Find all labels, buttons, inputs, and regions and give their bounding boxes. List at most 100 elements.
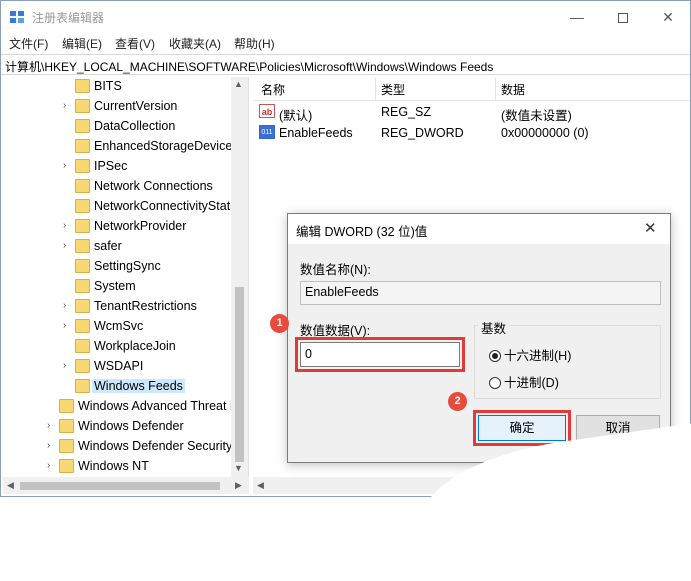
address-bar[interactable]: 计算机\HKEY_LOCAL_MACHINE\SOFTWARE\Policies… [1,54,690,75]
dialog-title-bar: 编辑 DWORD (32 位)值 ✕ [288,214,670,244]
folder-icon [75,279,90,293]
tree-item-label: Network Connections [94,179,213,193]
folder-icon [75,379,90,393]
value-data: (数值未设置) [501,109,572,123]
value-name-field[interactable]: EnableFeeds [300,281,661,305]
maximize-icon [618,13,628,24]
chevron-right-icon[interactable]: › [47,420,57,431]
tree-item-label: Windows Feeds [92,379,185,393]
folder-icon [75,139,90,153]
radio-dec[interactable]: 十进制(D) [489,372,559,391]
tree-item-label: System [94,279,136,293]
tree-item-label: Windows Defender [78,419,184,433]
value-data-input[interactable]: 0 [300,342,460,367]
folder-icon [75,159,90,173]
scroll-up-icon[interactable]: ▲ [234,79,243,89]
menu-view[interactable]: 查看(V) [115,35,155,52]
chevron-right-icon[interactable]: › [63,100,73,111]
scrollbar-thumb[interactable] [235,287,244,462]
folder-icon [75,359,90,373]
registry-editor-window: 注册表编辑器 — ✕ 文件(F) 编辑(E) 查看(V) 收藏夹(A) 帮助(H… [0,0,691,581]
value-row[interactable]: 011 EnableFeeds REG_DWORD 0x00000000 (0) [253,123,690,143]
folder-icon [75,339,90,353]
tree-item-label: SettingSync [94,259,161,273]
tree-item-label: NetworkConnectivityStatusIndicator [94,199,248,213]
close-button[interactable]: ✕ [645,1,691,33]
radio-hex-label: 十六进制(H) [504,349,572,363]
tree-item-label: CurrentVersion [94,99,178,113]
radio-selected-icon[interactable] [489,350,501,362]
value-name-label: 数值名称(N): [300,263,371,277]
folder-icon [59,419,74,433]
tree-item-label: safer [94,239,122,253]
scroll-left-icon[interactable]: ◀ [257,480,264,491]
registry-app-icon [10,11,24,23]
minimize-button[interactable]: — [554,1,600,33]
tree-item-label: Windows Advanced Threat Protection [78,399,248,413]
value-data: 0x00000000 (0) [501,126,589,140]
menu-favorites[interactable]: 收藏夹(A) [169,35,221,52]
window-title: 注册表编辑器 [32,11,105,25]
chevron-right-icon[interactable]: › [63,160,73,171]
value-row[interactable]: ab (默认) REG_SZ (数值未设置) [253,102,690,123]
chevron-right-icon[interactable]: › [63,220,73,231]
menu-file[interactable]: 文件(F) [9,35,48,52]
radio-unselected-icon[interactable] [489,377,501,389]
folder-icon [75,299,90,313]
chevron-right-icon[interactable]: › [63,300,73,311]
scroll-right-icon[interactable]: ▶ [235,480,242,491]
folder-icon [75,259,90,273]
base-label: 基数 [478,318,510,337]
binary-value-icon: 011 [259,125,275,139]
tree-item-label: TenantRestrictions [94,299,197,313]
folder-icon [75,119,90,133]
value-name: EnableFeeds [279,126,353,140]
dialog-title: 编辑 DWORD (32 位)值 [296,225,428,239]
folder-icon [75,79,90,93]
column-divider[interactable] [375,77,376,101]
chevron-right-icon[interactable]: › [63,240,73,251]
string-value-icon: ab [259,104,275,118]
maximize-button[interactable] [600,1,646,33]
dialog-close-icon[interactable]: ✕ [644,219,657,237]
folder-icon [75,199,90,213]
radio-hex[interactable]: 十六进制(H) [489,345,571,364]
tree-horizontal-scrollbar[interactable]: ◀ ▶ [3,477,249,494]
column-data-header[interactable]: 数据 [501,81,525,98]
tree-item-label: Windows NT [78,459,149,473]
menu-help[interactable]: 帮助(H) [234,35,275,52]
column-divider[interactable] [495,77,496,101]
scroll-down-icon[interactable]: ▼ [234,463,243,473]
folder-icon [75,319,90,333]
tree-item-label: WcmSvc [94,319,144,333]
column-type-header[interactable]: 类型 [381,81,405,98]
value-type: REG_SZ [381,105,432,119]
chevron-right-icon[interactable]: › [63,360,73,371]
edit-dword-dialog: 编辑 DWORD (32 位)值 ✕ 数值名称(N): EnableFeeds … [287,213,671,463]
tree-vertical-scrollbar[interactable]: ▲ ▼ [231,77,248,477]
chevron-right-icon[interactable]: › [47,440,57,451]
folder-icon [75,239,90,253]
tree-item-label: Windows Defender Security Center [78,439,248,453]
tree-item-label: IPSec [94,159,128,173]
folder-icon [59,459,74,473]
tree-item-label: NetworkProvider [94,219,187,233]
scroll-left-icon[interactable]: ◀ [7,480,14,491]
value-name: (默认) [279,109,313,123]
tree-item-label: WorkplaceJoin [94,339,176,353]
chevron-right-icon[interactable]: › [47,460,57,471]
key-tree[interactable]: BITS › CurrentVersion DataCollection Enh… [3,77,249,477]
folder-icon [59,399,74,413]
chevron-right-icon[interactable]: › [63,320,73,331]
list-header: 名称 类型 数据 [253,77,690,101]
ok-button[interactable]: 确定 [478,415,566,441]
step-badge-1: 1 [270,314,289,333]
menu-edit[interactable]: 编辑(E) [62,35,102,52]
column-name-header[interactable]: 名称 [261,81,285,98]
scrollbar-thumb[interactable] [20,482,220,490]
menu-bar: 文件(F) 编辑(E) 查看(V) 收藏夹(A) 帮助(H) [1,33,690,53]
tree-item-label: EnhancedStorageDevices [94,139,239,153]
tree-item-label: DataCollection [94,119,176,133]
tree-item-label: WSDAPI [94,359,144,373]
folder-icon [75,219,90,233]
